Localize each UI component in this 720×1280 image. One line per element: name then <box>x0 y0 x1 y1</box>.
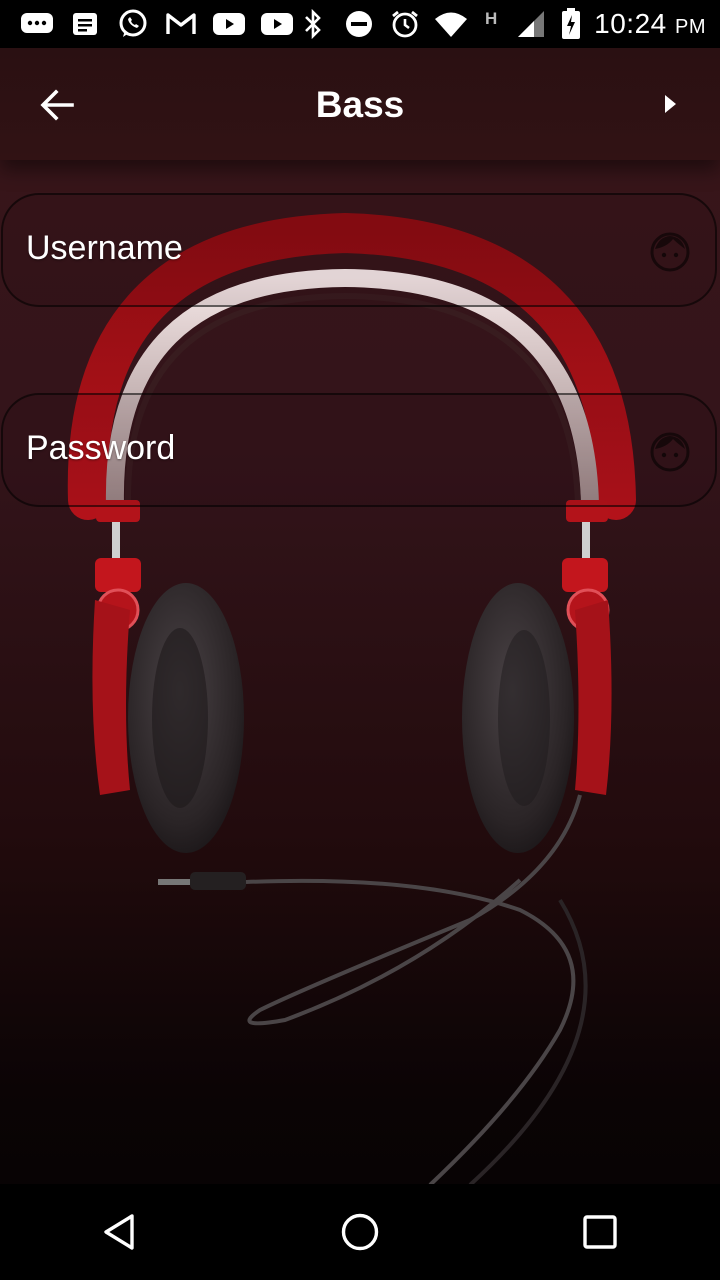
username-field[interactable]: Username <box>1 193 717 307</box>
chat-icon <box>20 7 54 41</box>
youtube-icon <box>212 7 246 41</box>
home-circle-icon <box>341 1213 379 1251</box>
whatsapp-icon <box>116 7 150 41</box>
alarm-icon <box>388 7 422 41</box>
status-time: 10:24 PM <box>594 8 706 39</box>
app-bar: Bass <box>0 48 720 160</box>
gmail-icon <box>164 7 198 41</box>
battery-icon <box>560 7 582 41</box>
username-label: Username <box>26 229 183 267</box>
nav-recents-button[interactable] <box>565 1197 635 1267</box>
wifi-icon <box>434 7 468 41</box>
notification-icons <box>20 7 294 41</box>
do-not-disturb-icon <box>342 7 376 41</box>
status-bar: H 10:24 PM <box>0 0 720 48</box>
face-icon <box>650 432 690 472</box>
signal-icon <box>514 7 548 41</box>
back-triangle-icon <box>104 1214 134 1250</box>
headphones-illustration <box>67 212 636 1187</box>
face-icon <box>650 232 690 272</box>
system-icons: H 10:24 PM <box>296 0 706 48</box>
page-title: Bass <box>315 84 405 125</box>
bluetooth-icon <box>296 7 330 41</box>
youtube-icon <box>260 7 294 41</box>
network-type-label: H <box>485 9 498 28</box>
recents-square-icon <box>583 1215 617 1249</box>
play-arrow-icon <box>665 95 676 113</box>
navigation-bar <box>0 1184 720 1280</box>
nav-back-button[interactable] <box>85 1197 155 1267</box>
message-icon <box>68 7 102 41</box>
password-field[interactable]: Password <box>1 393 717 507</box>
next-button[interactable] <box>650 84 690 124</box>
nav-home-button[interactable] <box>325 1197 395 1267</box>
password-label: Password <box>26 429 176 467</box>
